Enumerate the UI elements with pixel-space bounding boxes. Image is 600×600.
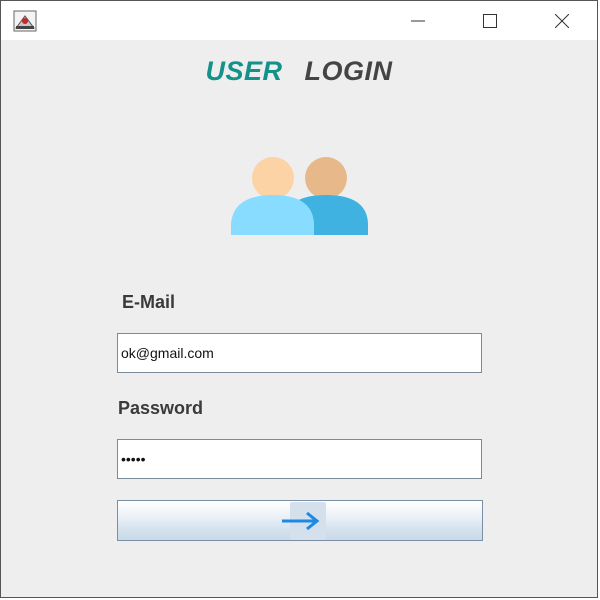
password-label: Password [118,398,204,418]
email-field[interactable] [117,333,482,373]
maximize-icon [483,13,497,28]
password-field[interactable] [117,439,482,479]
title-user: USER [205,56,283,86]
java-app-icon [13,10,37,32]
users-icon [231,157,368,235]
title-bar [1,1,597,40]
close-icon [555,13,569,28]
page-title: USER LOGIN [1,56,597,87]
arrow-right-icon [282,511,320,530]
minimize-icon [411,20,425,21]
email-label: E-Mail [122,292,176,312]
login-button[interactable] [117,500,483,541]
minimize-button[interactable] [395,1,441,40]
login-window: USER LOGIN E-Mail Password [0,0,598,598]
maximize-button[interactable] [467,1,513,40]
close-button[interactable] [539,1,585,40]
title-login: LOGIN [304,56,393,86]
